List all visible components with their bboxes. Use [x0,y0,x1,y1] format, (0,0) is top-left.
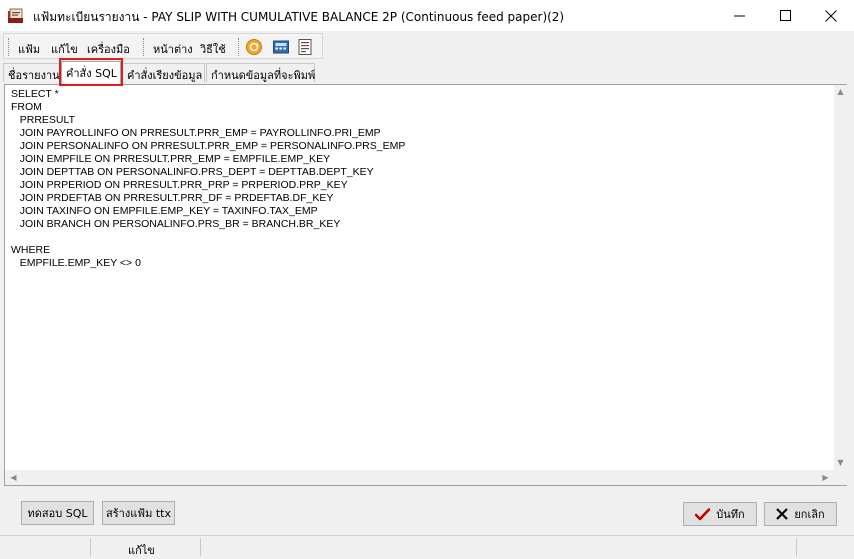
scroll-down-icon[interactable]: ▼ [834,458,847,467]
vertical-scrollbar[interactable]: ▲ ▼ [834,85,847,470]
tab-report-name[interactable]: ชื่อรายงาน [3,63,60,82]
toolbar-grip[interactable] [143,38,145,56]
x-icon [776,508,789,520]
menu-tools[interactable]: เครื่องมือ [87,40,130,58]
report-icon[interactable] [296,38,314,56]
tab-bar: ชื่อรายงาน คำสั่ง SQL คำสั่งเรียงข้อมูล … [0,61,854,84]
menu-edit[interactable]: แก้ไข [51,40,78,58]
check-icon [695,507,711,520]
window-title: แฟ้มทะเบียนรายงาน - PAY SLIP WITH CUMULA… [33,10,565,24]
status-mode: แก้ไข [128,544,155,557]
app-icon [8,8,23,23]
maximize-icon [779,10,791,21]
create-ttx-label: สร้างแฟ้ม ttx [106,507,171,520]
maximize-button[interactable] [762,0,808,31]
status-divider [796,538,797,556]
toolbar-grip[interactable] [238,38,240,56]
test-sql-label: ทดสอบ SQL [27,507,88,520]
menu-help[interactable]: วิธีใช้ [200,40,226,58]
tab-print-data[interactable]: กำหนดข้อมูลที่จะพิมพ์ [206,63,315,82]
cancel-label: ยกเลิก [794,508,825,521]
minimize-button[interactable] [716,0,762,31]
close-button[interactable] [808,0,854,31]
sql-text[interactable]: SELECT * FROM PRRESULT JOIN PAYROLLINFO … [11,88,826,270]
toolbar: แฟ้ม แก้ไข เครื่องมือ หน้าต่าง วิธีใช้ [0,31,854,61]
title-bar: แฟ้มทะเบียนรายงาน - PAY SLIP WITH CUMULA… [0,0,854,31]
scroll-up-icon[interactable]: ▲ [834,87,847,96]
calculator-icon[interactable] [272,38,290,56]
tab-highlight-frame [59,58,123,86]
minimize-icon [733,15,745,17]
save-button[interactable]: บันทึก [683,502,757,526]
cancel-button[interactable]: ยกเลิก [764,502,837,526]
test-sql-button[interactable]: ทดสอบ SQL [21,501,94,525]
scrollbar-corner [834,470,847,485]
scroll-left-icon[interactable]: ◀ [7,473,20,482]
save-label: บันทึก [716,508,745,521]
sql-editor[interactable]: SELECT * FROM PRRESULT JOIN PAYROLLINFO … [4,84,847,486]
menu-window[interactable]: หน้าต่าง [153,40,193,58]
menu-file[interactable]: แฟ้ม [18,40,40,58]
horizontal-scrollbar[interactable]: ◀ ▶ [5,470,834,485]
toolbar-grip[interactable] [8,38,10,56]
close-icon [825,9,837,22]
create-ttx-button[interactable]: สร้างแฟ้ม ttx [102,501,175,525]
status-divider [90,538,91,556]
status-divider [200,538,201,556]
status-bar: แก้ไข [0,535,854,557]
scroll-right-icon[interactable]: ▶ [819,473,832,482]
menu-toolbar: แฟ้ม แก้ไข เครื่องมือ หน้าต่าง วิธีใช้ [3,33,323,59]
tab-sort-command[interactable]: คำสั่งเรียงข้อมูล [122,63,205,82]
refresh-icon[interactable] [245,38,263,56]
